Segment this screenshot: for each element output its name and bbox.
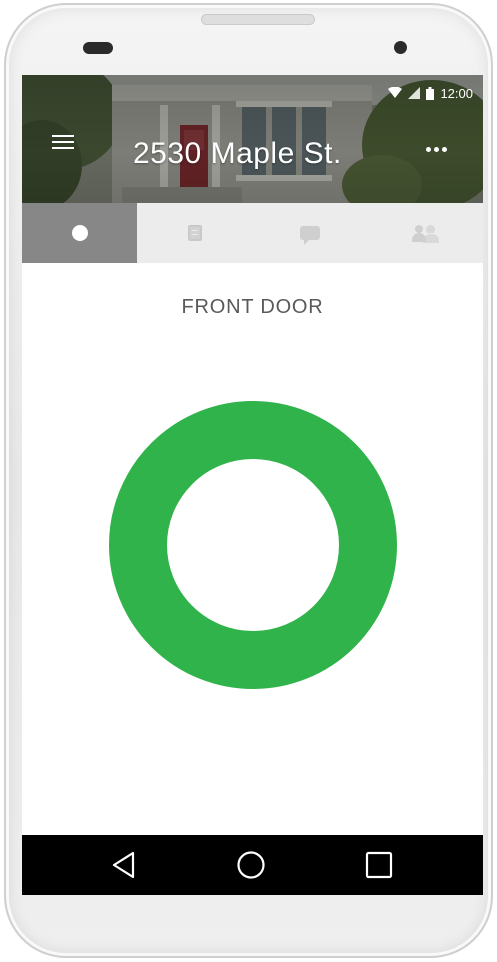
signal-icon	[408, 87, 421, 99]
tab-messages[interactable]	[253, 203, 368, 263]
lock-title: FRONT DOOR	[181, 296, 324, 318]
lock-toggle-ring[interactable]	[109, 401, 397, 689]
back-icon	[112, 851, 135, 879]
tab-users[interactable]	[368, 203, 483, 263]
app-screen: 12:00 2530 Maple St. FRONT DOOR	[22, 75, 483, 895]
lock-ring-circle	[109, 401, 397, 689]
earpiece-slot	[201, 14, 315, 25]
messages-icon	[300, 226, 321, 245]
tab-bar	[22, 203, 483, 263]
android-nav-bar	[22, 835, 483, 895]
property-address: 2530 Maple St.	[133, 137, 342, 170]
header: 12:00 2530 Maple St.	[22, 75, 483, 203]
users-icon	[412, 224, 441, 244]
status-time: 12:00	[440, 85, 473, 101]
tab-activity-log[interactable]	[137, 203, 252, 263]
hamburger-menu-icon[interactable]	[52, 135, 74, 153]
front-camera	[394, 41, 407, 54]
recents-button[interactable]	[363, 849, 395, 881]
wifi-icon	[388, 87, 403, 98]
battery-icon	[426, 86, 435, 100]
status-bar: 12:00	[388, 83, 473, 103]
activity-log-icon	[187, 225, 202, 241]
back-button[interactable]	[108, 849, 140, 881]
tab-lock-status[interactable]	[22, 203, 138, 263]
lock-status-icon	[71, 225, 88, 241]
recents-icon	[365, 851, 393, 879]
speaker	[83, 42, 113, 54]
more-dots-icon[interactable]	[426, 139, 454, 152]
home-button[interactable]	[235, 849, 267, 881]
home-icon	[237, 851, 265, 879]
